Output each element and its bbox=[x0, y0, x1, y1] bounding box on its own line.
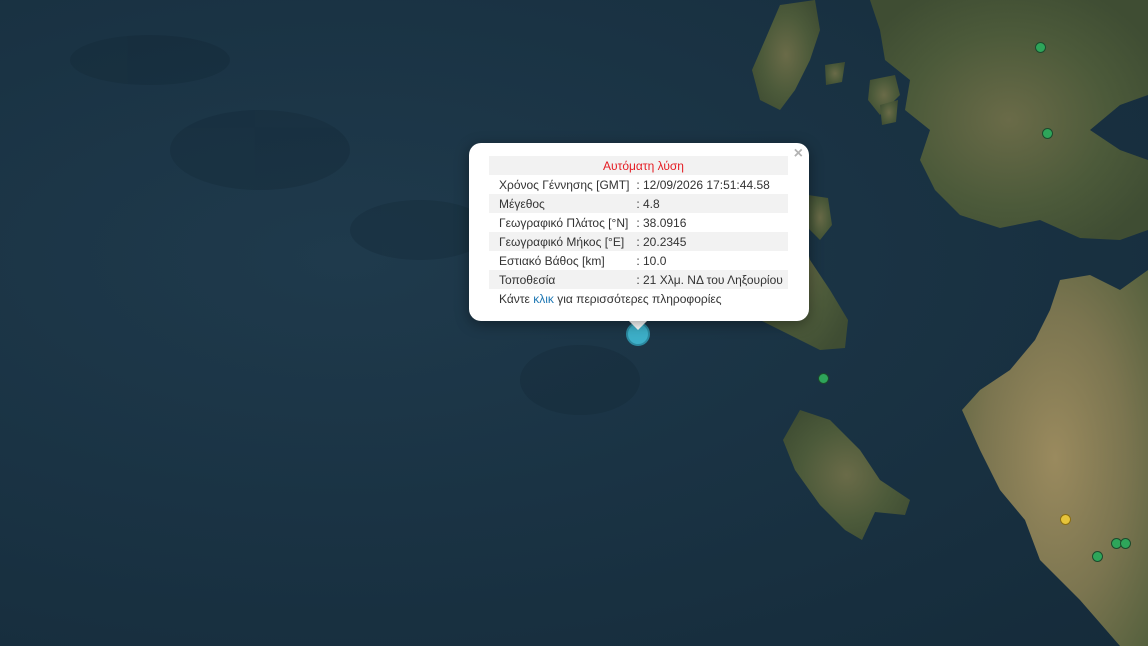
row-value: : 38.0916 bbox=[636, 215, 687, 230]
earthquake-marker-green[interactable] bbox=[1092, 551, 1103, 562]
info-row: Γεωγραφικό Πλάτος [°N] : 38.0916 bbox=[489, 213, 788, 232]
peloponnese bbox=[962, 270, 1148, 646]
row-value: : 21 Χλμ. ΝΔ του Ληξουρίου bbox=[634, 270, 788, 289]
popup-tip bbox=[628, 320, 648, 330]
more-info-link[interactable]: κλικ bbox=[533, 292, 554, 306]
row-label: Μέγεθος bbox=[489, 194, 635, 213]
map-terrain bbox=[70, 0, 1148, 646]
earthquake-info-table: Αυτόματη λύση Χρόνος Γέννησης [GMT] : 12… bbox=[489, 156, 788, 308]
more-info-text: Κάντε κλικ για περισσότερες πληροφορίες bbox=[489, 289, 788, 308]
mainland-north bbox=[870, 0, 1148, 240]
row-value: : 4.8 bbox=[634, 194, 788, 213]
satellite-map[interactable]: × Αυτόματη λύση Χρόνος Γέννησης [GMT] : … bbox=[0, 0, 1148, 646]
info-row: Μέγεθος : 4.8 bbox=[489, 194, 788, 213]
row-label: Χρόνος Γέννησης [GMT] bbox=[499, 177, 630, 192]
lefkada-island bbox=[752, 0, 820, 110]
row-label: Γεωγραφικό Μήκος [°E] bbox=[489, 232, 635, 251]
close-icon[interactable]: × bbox=[794, 146, 803, 162]
row-label: Τοποθεσία bbox=[489, 270, 635, 289]
earthquake-marker-green[interactable] bbox=[1035, 42, 1046, 53]
earthquake-info-popup: × Αυτόματη λύση Χρόνος Γέννησης [GMT] : … bbox=[469, 143, 809, 321]
earthquake-marker-green[interactable] bbox=[1120, 538, 1131, 549]
earthquake-marker-green[interactable] bbox=[1042, 128, 1053, 139]
row-label: Γεωγραφικό Πλάτος [°N] bbox=[499, 215, 629, 230]
info-row: Τοποθεσία : 21 Χλμ. ΝΔ του Ληξουρίου bbox=[489, 270, 788, 289]
more-suffix: για περισσότερες πληροφορίες bbox=[553, 291, 722, 306]
row-value: : 12/09/2026 17:51:44.58 bbox=[636, 177, 770, 192]
info-row: Εστιακό Βάθος [km] : 10.0 bbox=[489, 251, 788, 270]
earthquake-marker-yellow[interactable] bbox=[1060, 514, 1071, 525]
row-label: Εστιακό Βάθος [km] bbox=[499, 253, 605, 268]
info-row: Γεωγραφικό Μήκος [°E] : 20.2345 bbox=[489, 232, 788, 251]
earthquake-marker-green[interactable] bbox=[818, 373, 829, 384]
popup-title: Αυτόματη λύση bbox=[489, 156, 788, 175]
ithaca-island bbox=[808, 195, 832, 240]
more-prefix: Κάντε bbox=[499, 291, 534, 306]
row-value: : 10.0 bbox=[636, 253, 667, 268]
info-row: Χρόνος Γέννησης [GMT] : 12/09/2026 17:51… bbox=[489, 175, 788, 194]
zakynthos-island bbox=[783, 410, 910, 540]
row-value: : 20.2345 bbox=[634, 232, 788, 251]
